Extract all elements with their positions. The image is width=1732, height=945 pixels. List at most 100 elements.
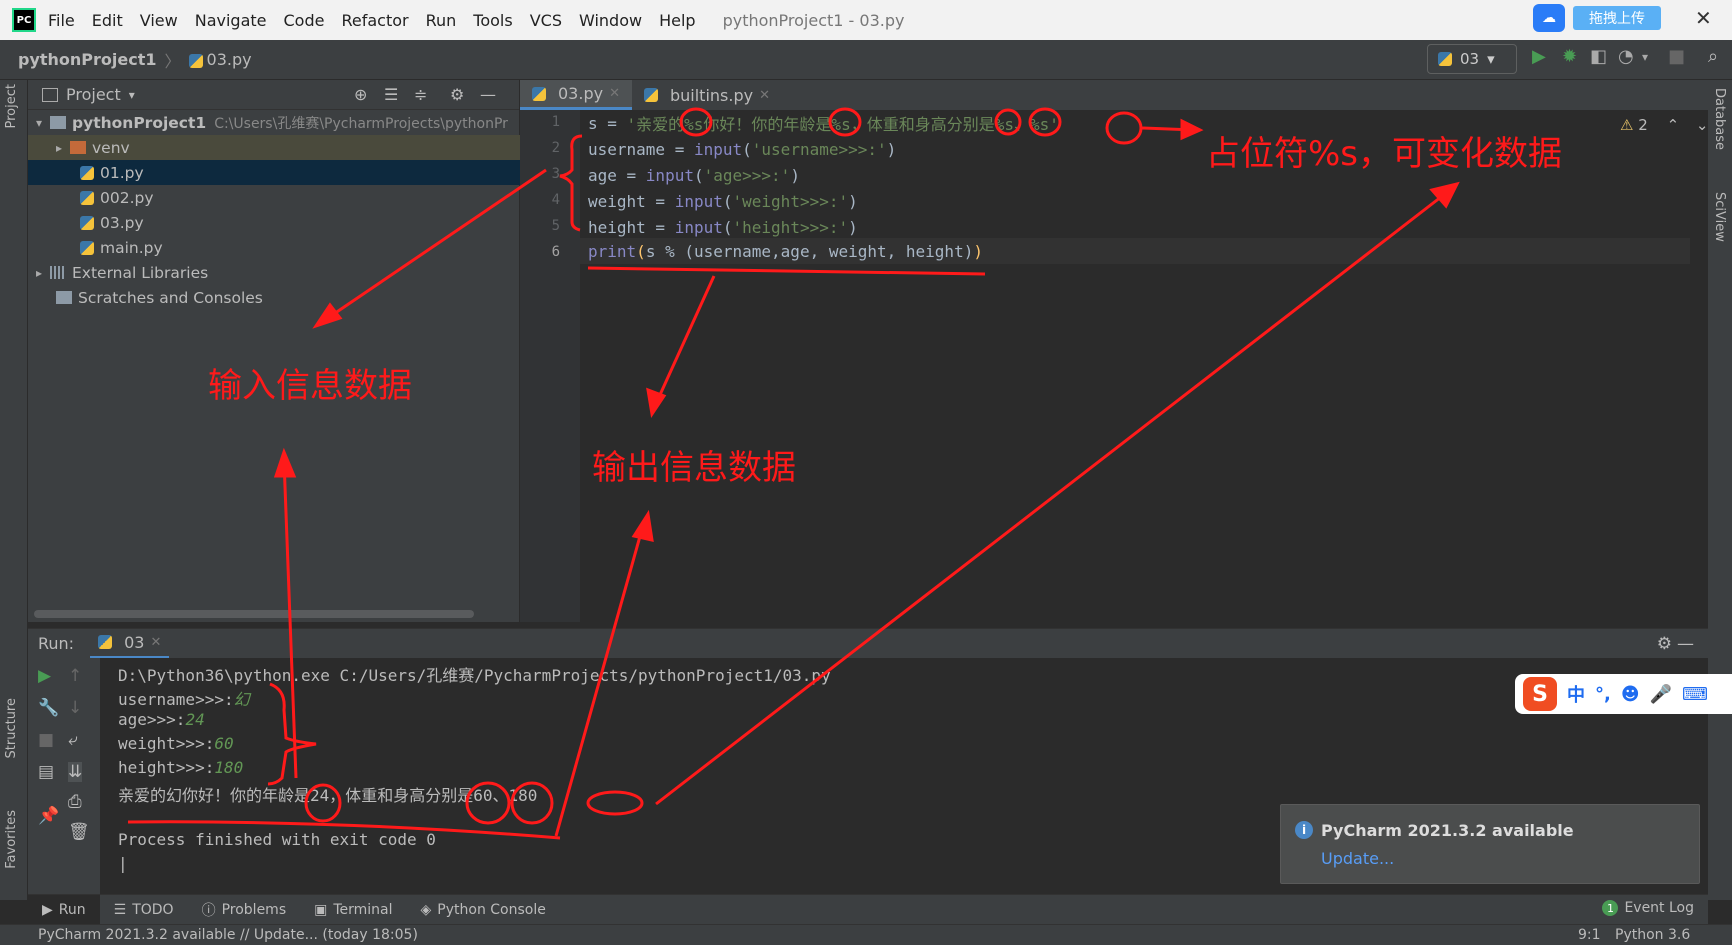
scratches-icon bbox=[56, 291, 72, 304]
close-icon[interactable]: ✕ bbox=[759, 88, 770, 103]
horizontal-scrollbar[interactable] bbox=[34, 610, 474, 618]
run-icon[interactable]: ▶ bbox=[1532, 46, 1546, 67]
close-icon[interactable]: ✕ bbox=[609, 86, 620, 101]
run-config-label: 03 bbox=[1460, 50, 1480, 68]
console-cursor: | bbox=[118, 854, 128, 873]
tab-todo[interactable]: ☰ TODO bbox=[100, 895, 188, 925]
close-icon[interactable]: ✕ bbox=[1695, 6, 1712, 30]
window-title: pythonProject1 - 03.py bbox=[722, 10, 905, 30]
pin-icon[interactable]: 📌 bbox=[38, 806, 59, 826]
tab-sciview[interactable]: SciView bbox=[1712, 192, 1727, 242]
close-icon[interactable]: ✕ bbox=[150, 635, 161, 650]
menu-tools[interactable]: Tools bbox=[473, 11, 512, 30]
debug-icon[interactable]: ✹ bbox=[1562, 46, 1577, 67]
folder-icon bbox=[50, 116, 66, 129]
menu-edit[interactable]: Edit bbox=[92, 11, 123, 30]
python-file-icon bbox=[80, 240, 94, 255]
tree-item-scratches[interactable]: Scratches and Consoles bbox=[28, 285, 520, 310]
menu-refactor[interactable]: Refactor bbox=[341, 11, 408, 30]
tree-item-03-py[interactable]: 03.py bbox=[28, 210, 520, 235]
tree-item-01-py[interactable]: 01.py bbox=[28, 160, 520, 185]
upload-widget[interactable]: ☁ 拖拽上传 bbox=[1533, 4, 1663, 32]
chevron-down-icon[interactable]: ▾ bbox=[129, 88, 135, 102]
arrow-up-icon[interactable]: ↑ bbox=[68, 666, 82, 686]
menu-help[interactable]: Help bbox=[659, 11, 695, 30]
stop-icon[interactable]: ■ bbox=[1668, 46, 1685, 67]
upload-button[interactable]: 拖拽上传 bbox=[1573, 6, 1661, 30]
gear-icon[interactable]: ⚙ bbox=[450, 85, 464, 104]
tree-item-main-py[interactable]: main.py bbox=[28, 235, 520, 260]
inspection-widget[interactable]: ⚠ 2 ⌃ ⌄ bbox=[1620, 116, 1709, 134]
tab-03-py[interactable]: 03.py ✕ bbox=[520, 80, 632, 110]
tab-favorites[interactable]: Favorites bbox=[4, 810, 19, 869]
profile-icon[interactable]: ◔ bbox=[1618, 46, 1634, 67]
menu-window[interactable]: Window bbox=[579, 11, 642, 30]
event-log-button[interactable]: 1 Event Log bbox=[1602, 900, 1694, 916]
tree-item-venv[interactable]: ▸ venv bbox=[28, 135, 520, 160]
console-result: 亲爱的幻你好！你的年龄是24，体重和身高分别是60、180 bbox=[118, 786, 538, 805]
search-icon[interactable]: ⌕ bbox=[1708, 46, 1718, 67]
expand-all-icon[interactable]: ☰ bbox=[384, 85, 398, 104]
project-panel-title[interactable]: Project bbox=[66, 85, 121, 104]
microphone-icon[interactable]: 🎤 bbox=[1650, 684, 1672, 705]
ime-toolbar[interactable]: S 中 °, ☻ 🎤 ⌨ bbox=[1515, 674, 1732, 714]
emoji-icon[interactable]: ☻ bbox=[1621, 684, 1640, 705]
chevron-down-icon[interactable]: ▾ bbox=[1642, 50, 1648, 64]
project-panel-header: Project ▾ ⊕ ☰ ≑ ⚙ — bbox=[28, 80, 519, 110]
print-icon[interactable]: ⎙ bbox=[68, 792, 82, 812]
run-configuration-select[interactable]: 03 ▾ bbox=[1427, 44, 1517, 74]
menu-vcs[interactable]: VCS bbox=[530, 11, 562, 30]
breadcrumb-file[interactable]: 03.py bbox=[188, 50, 252, 69]
list-icon: ☰ bbox=[113, 901, 127, 918]
minimize-icon[interactable]: — bbox=[1677, 634, 1694, 654]
scroll-to-end-icon[interactable]: ⇊ bbox=[68, 762, 83, 782]
ime-mode[interactable]: 中 bbox=[1567, 681, 1585, 707]
rerun-icon[interactable]: ▶ bbox=[38, 666, 51, 686]
soft-wrap-icon[interactable]: ⤶ bbox=[68, 730, 78, 750]
status-bar: PyCharm 2021.3.2 available // Update... … bbox=[0, 924, 1732, 945]
tab-database[interactable]: Database bbox=[1712, 88, 1727, 150]
library-icon bbox=[50, 266, 66, 279]
coverage-icon[interactable]: ◧ bbox=[1590, 46, 1607, 67]
trash-icon[interactable]: 🗑 bbox=[68, 822, 90, 842]
chevron-down-icon: ▾ bbox=[1487, 50, 1495, 68]
menu-navigate[interactable]: Navigate bbox=[195, 11, 267, 30]
tab-builtins-py[interactable]: builtins.py ✕ bbox=[632, 80, 782, 110]
update-notification: i PyCharm 2021.3.2 available Update... bbox=[1280, 804, 1700, 884]
tab-python-console[interactable]: ◈ Python Console bbox=[407, 895, 560, 925]
code-editor[interactable]: s = '亲爱的%s你好！你的年龄是%s，体重和身高分别是%s、%s' user… bbox=[580, 110, 1690, 622]
python-file-icon bbox=[80, 165, 94, 180]
update-link[interactable]: Update... bbox=[1321, 849, 1394, 868]
chevron-down-icon[interactable]: ⌄ bbox=[1696, 116, 1709, 134]
tree-item-002-py[interactable]: 002.py bbox=[28, 185, 520, 210]
stop-icon[interactable]: ■ bbox=[38, 730, 54, 750]
layout-icon[interactable]: ▤ bbox=[38, 762, 54, 782]
keyboard-icon[interactable]: ⌨ bbox=[1682, 684, 1708, 705]
menu-file[interactable]: File bbox=[48, 11, 75, 30]
chevron-up-icon[interactable]: ⌃ bbox=[1667, 116, 1680, 134]
tab-run[interactable]: ▶ Run bbox=[28, 894, 100, 925]
chevron-right-icon: ▸ bbox=[56, 140, 63, 155]
breadcrumb-project[interactable]: pythonProject1 bbox=[18, 50, 157, 69]
menu-code[interactable]: Code bbox=[284, 11, 325, 30]
gear-icon[interactable]: ⚙ bbox=[1657, 634, 1672, 654]
status-message[interactable]: PyCharm 2021.3.2 available // Update... … bbox=[38, 927, 418, 943]
tree-root[interactable]: ▾ pythonProject1 C:\Users\孔维赛\PycharmPro… bbox=[28, 110, 520, 135]
tab-problems[interactable]: ⓘ Problems bbox=[188, 895, 301, 925]
locate-icon[interactable]: ⊕ bbox=[354, 85, 367, 104]
collapse-all-icon[interactable]: ≑ bbox=[414, 85, 427, 104]
run-toolbar: ▶ ↑ 🔧 ↓ ■ ⤶ ▤ ⇊ ⎙ 📌 🗑 bbox=[28, 658, 100, 894]
tree-item-external-libraries[interactable]: ▸ External Libraries bbox=[28, 260, 520, 285]
tab-terminal[interactable]: ▣ Terminal bbox=[300, 895, 406, 925]
tab-project[interactable]: Project bbox=[4, 84, 19, 128]
run-tab-03[interactable]: 03 ✕ bbox=[90, 629, 170, 659]
menu-view[interactable]: View bbox=[140, 11, 178, 30]
ime-punctuation[interactable]: °, bbox=[1595, 684, 1611, 705]
wrench-icon[interactable]: 🔧 bbox=[38, 698, 59, 718]
tab-structure[interactable]: Structure bbox=[4, 698, 19, 758]
menu-run[interactable]: Run bbox=[426, 11, 457, 30]
caret-position[interactable]: 9:1 bbox=[1578, 927, 1601, 943]
arrow-down-icon[interactable]: ↓ bbox=[68, 698, 82, 718]
minimize-icon[interactable]: — bbox=[480, 85, 496, 104]
interpreter-indicator[interactable]: Python 3.6 bbox=[1615, 927, 1690, 943]
